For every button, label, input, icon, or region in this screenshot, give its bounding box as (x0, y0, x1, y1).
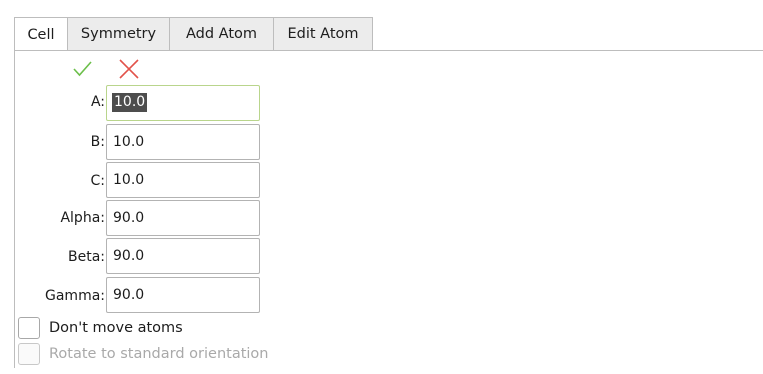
b-field[interactable] (106, 124, 260, 160)
rotate-standard-row: Rotate to standard orientation (18, 342, 269, 366)
apply-button[interactable] (71, 58, 93, 80)
gamma-label: Gamma: (45, 288, 105, 304)
dont-move-atoms-row[interactable]: Don't move atoms (18, 316, 183, 340)
a-label: A: (90, 94, 105, 110)
beta-label: Beta: (67, 249, 105, 265)
dont-move-atoms-checkbox[interactable] (18, 317, 40, 339)
checkmark-icon (73, 61, 92, 77)
a-field[interactable] (106, 85, 260, 121)
cancel-button[interactable] (118, 58, 140, 80)
tab-cell[interactable]: Cell (14, 17, 67, 52)
tab-bar: Cell Symmetry Add Atom Edit Atom (14, 17, 373, 52)
tab-edit-atom[interactable]: Edit Atom (273, 17, 373, 51)
gamma-field[interactable] (106, 277, 260, 313)
tab-add-atom[interactable]: Add Atom (169, 17, 273, 51)
rotate-standard-checkbox (18, 343, 40, 365)
rotate-standard-label: Rotate to standard orientation (49, 346, 269, 362)
c-field[interactable] (106, 162, 260, 198)
beta-field[interactable] (106, 238, 260, 274)
b-label: B: (90, 134, 105, 150)
dont-move-atoms-label: Don't move atoms (49, 320, 183, 336)
c-label: C: (90, 173, 106, 189)
tab-symmetry[interactable]: Symmetry (67, 17, 169, 51)
alpha-label: Alpha: (60, 210, 105, 226)
alpha-field[interactable] (106, 200, 260, 236)
cross-icon (119, 59, 139, 79)
